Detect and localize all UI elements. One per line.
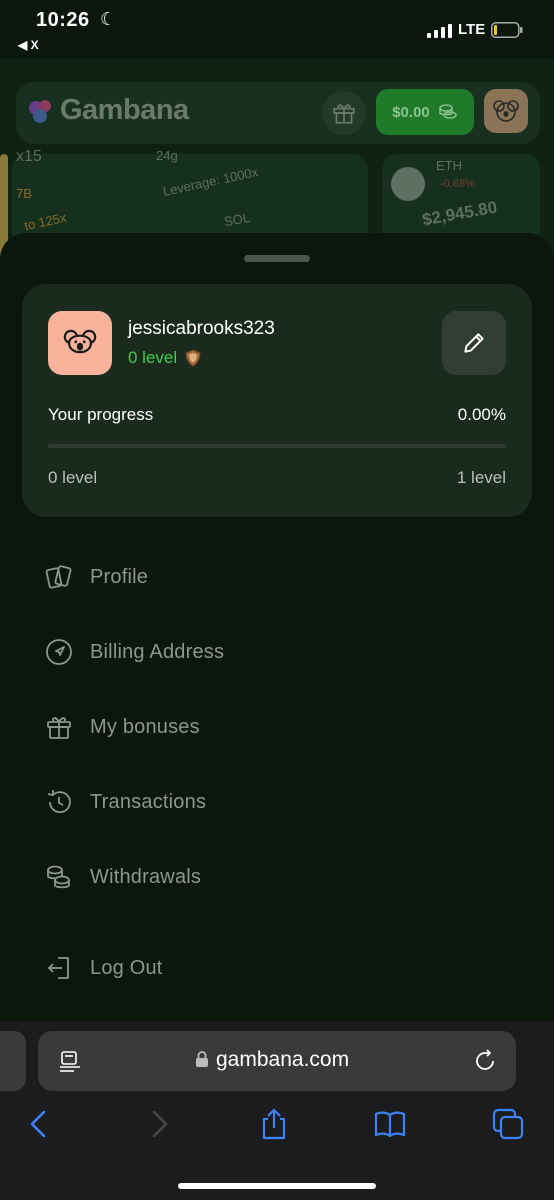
card-text: SOL [222, 209, 252, 230]
signal-icon [427, 24, 452, 38]
koala-icon [493, 100, 519, 122]
location-arrow-icon [46, 639, 72, 665]
sheet-grabber[interactable] [244, 255, 310, 262]
tabs-icon[interactable] [491, 1107, 525, 1141]
menu-label: Withdrawals [90, 865, 202, 888]
progress-bar [48, 444, 506, 448]
site-header: Gambana $0.00 [16, 82, 540, 144]
moon-icon: ☾ [100, 9, 117, 29]
gambana-logo-icon [29, 100, 51, 123]
cards-icon [45, 565, 72, 589]
previous-tab-preview[interactable] [0, 1031, 26, 1091]
bookmarks-icon[interactable] [373, 1107, 407, 1141]
lock-icon [196, 1051, 208, 1067]
card-text: 24g [156, 148, 178, 163]
coins-icon [47, 865, 70, 889]
pencil-icon [464, 333, 484, 353]
network-type: LTE [458, 21, 486, 38]
menu-item-transactions[interactable]: Transactions [44, 782, 206, 822]
url-text: gambana.com [216, 1048, 350, 1071]
logout-button[interactable]: Log Out [44, 948, 163, 988]
battery-icon [491, 22, 523, 38]
balance-amount: $0.00 [392, 103, 430, 121]
level-label: 0 level [128, 348, 178, 367]
koala-icon [63, 329, 97, 354]
card-text: $2,945.80 [420, 197, 499, 230]
card-text: to 125x [22, 209, 68, 234]
menu-item-my-bonuses[interactable]: My bonuses [44, 707, 200, 747]
history-icon [47, 790, 71, 814]
reload-icon[interactable] [472, 1048, 498, 1074]
edit-profile-button[interactable] [442, 311, 506, 375]
browser-toolbar: gambana.com [0, 1021, 554, 1200]
card-text: Leverage: 1000x [161, 164, 260, 199]
progress-label: Your progress [48, 405, 154, 424]
menu-label: Billing Address [90, 640, 225, 663]
menu-item-billing-address[interactable]: Billing Address [44, 632, 224, 672]
back-arrow-icon[interactable] [22, 1107, 56, 1141]
coins-icon [439, 104, 457, 119]
menu-label: Profile [90, 565, 149, 588]
gift-icon [333, 104, 355, 124]
progress-value: 0.00% [457, 405, 506, 424]
shield-icon [185, 349, 201, 367]
profile-card: jessicabrooks323 0 level Your progress 0… [22, 284, 532, 517]
username: jessicabrooks323 [128, 318, 275, 339]
menu-label: Transactions [90, 790, 207, 813]
menu-item-withdrawals[interactable]: Withdrawals [44, 857, 201, 897]
card-text: -0.68% [440, 178, 475, 190]
card-text: ETH [436, 158, 462, 173]
share-icon[interactable] [257, 1107, 291, 1141]
next-level-label: 1 level [456, 468, 506, 487]
address-bar[interactable]: gambana.com [38, 1031, 516, 1091]
header-avatar [484, 89, 528, 133]
clock: 10:26 [36, 9, 90, 31]
card-text: x15 [16, 148, 42, 165]
back-to-app-link[interactable]: ◀ X [18, 38, 39, 52]
level-row: 0 level [128, 348, 201, 368]
account-sheet: jessicabrooks323 0 level Your progress 0… [0, 233, 554, 1033]
card-text: 7B [16, 186, 32, 201]
background-page: Gambana $0.00 x15 24g Leverage: 1000x 7B… [0, 58, 554, 264]
header-gift-button [322, 91, 366, 135]
brand-name: Gambana [60, 94, 189, 126]
menu-item-profile[interactable]: Profile [44, 557, 148, 597]
logout-label: Log Out [90, 956, 163, 979]
logout-icon [48, 957, 69, 979]
status-bar: 10:26 ☾ ◀ X LTE [0, 0, 554, 58]
home-indicator [178, 1183, 376, 1189]
header-balance-button: $0.00 [376, 89, 474, 135]
reader-mode-icon[interactable] [58, 1049, 82, 1073]
current-level-label: 0 level [48, 468, 98, 487]
eth-icon [391, 167, 425, 201]
menu-label: My bonuses [90, 715, 200, 738]
avatar[interactable] [48, 311, 112, 375]
forward-arrow-icon[interactable] [142, 1107, 176, 1141]
gift-icon [47, 717, 71, 739]
